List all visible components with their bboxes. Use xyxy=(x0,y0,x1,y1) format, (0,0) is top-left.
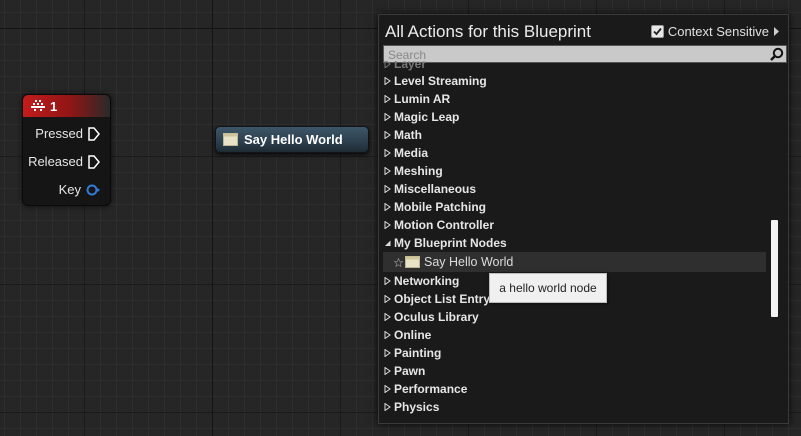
star-icon[interactable] xyxy=(394,257,403,267)
action-list[interactable]: Layer Level Streaming Lumin AR Magic Lea… xyxy=(379,61,771,417)
category-miscellaneous[interactable]: Miscellaneous xyxy=(384,180,476,198)
context-sensitive-label: Context Sensitive xyxy=(667,24,769,39)
say-hello-world-node-title: Say Hello World xyxy=(244,132,343,147)
triangle-right-icon xyxy=(384,149,391,157)
category-magic-leap[interactable]: Magic Leap xyxy=(384,108,459,126)
triangle-right-icon xyxy=(384,385,391,393)
action-menu-panel: All Actions for this Blueprint Context S… xyxy=(378,14,789,424)
key-event-node-header[interactable]: 1 xyxy=(23,95,110,117)
triangle-right-icon xyxy=(384,349,391,357)
triangle-right-icon xyxy=(384,295,391,303)
category-my-blueprint-nodes[interactable]: My Blueprint Nodes xyxy=(384,234,507,252)
say-hello-world-node[interactable]: Say Hello World xyxy=(215,126,369,153)
pressed-pin-label: Pressed xyxy=(35,126,83,141)
search-icon[interactable] xyxy=(770,47,784,61)
key-pin-label: Key xyxy=(58,182,81,197)
triangle-right-icon xyxy=(384,203,391,211)
category-physics[interactable]: Physics xyxy=(384,398,439,416)
triangle-right-icon xyxy=(384,313,391,321)
category-oculus-library[interactable]: Oculus Library xyxy=(384,308,479,326)
triangle-right-icon xyxy=(384,167,391,175)
checkmark-icon xyxy=(653,27,662,36)
category-mobile-patching[interactable]: Mobile Patching xyxy=(384,198,486,216)
category-math[interactable]: Math xyxy=(384,126,422,144)
category-media[interactable]: Media xyxy=(384,144,428,162)
key-event-node-title: 1 xyxy=(50,98,58,114)
category-meshing[interactable]: Meshing xyxy=(384,162,443,180)
triangle-right-icon xyxy=(384,185,391,193)
triangle-right-icon xyxy=(384,61,391,68)
category-painting[interactable]: Painting xyxy=(384,344,441,362)
triangle-right-icon xyxy=(384,403,391,411)
category-performance[interactable]: Performance xyxy=(384,380,467,398)
category-networking[interactable]: Networking xyxy=(384,272,459,290)
category-online[interactable]: Online xyxy=(384,326,431,344)
function-node-icon xyxy=(223,133,238,146)
triangle-down-icon xyxy=(385,240,391,246)
released-pin-row[interactable]: Released xyxy=(28,154,100,169)
triangle-right-icon xyxy=(384,331,391,339)
triangle-right-icon xyxy=(384,113,391,121)
triangle-right-icon[interactable] xyxy=(773,27,780,36)
context-sensitive-checkbox[interactable] xyxy=(650,25,664,38)
context-sensitive-toggle[interactable]: Context Sensitive xyxy=(650,24,780,39)
category-motion-controller[interactable]: Motion Controller xyxy=(384,216,494,234)
exec-pin-icon[interactable] xyxy=(88,154,100,169)
triangle-right-icon xyxy=(384,95,391,103)
key-pin-row[interactable]: Key xyxy=(59,182,100,197)
function-node-icon xyxy=(405,256,420,268)
category-lumin-ar[interactable]: Lumin AR xyxy=(384,90,450,108)
key-event-node[interactable]: 1 Pressed Released Key xyxy=(22,94,111,206)
category-object-list-entry[interactable]: Object List Entry xyxy=(384,290,490,308)
triangle-right-icon xyxy=(384,221,391,229)
action-tooltip: a hello world node xyxy=(489,273,607,303)
triangle-right-icon xyxy=(384,367,391,375)
action-say-hello-world[interactable]: Say Hello World xyxy=(383,252,766,272)
grid-major-line xyxy=(212,0,213,436)
action-menu-title: All Actions for this Blueprint xyxy=(385,22,591,41)
triangle-right-icon xyxy=(384,277,391,285)
category-pawn[interactable]: Pawn xyxy=(384,362,425,380)
keyboard-icon xyxy=(31,100,45,111)
exec-pin-icon[interactable] xyxy=(88,126,100,141)
triangle-right-icon xyxy=(384,131,391,139)
triangle-right-icon xyxy=(384,77,391,85)
list-scrollbar-thumb[interactable] xyxy=(771,220,778,317)
struct-pin-icon[interactable] xyxy=(86,184,100,196)
released-pin-label: Released xyxy=(28,154,83,169)
category-level-streaming[interactable]: Level Streaming xyxy=(384,72,487,90)
pressed-pin-row[interactable]: Pressed xyxy=(35,126,100,141)
